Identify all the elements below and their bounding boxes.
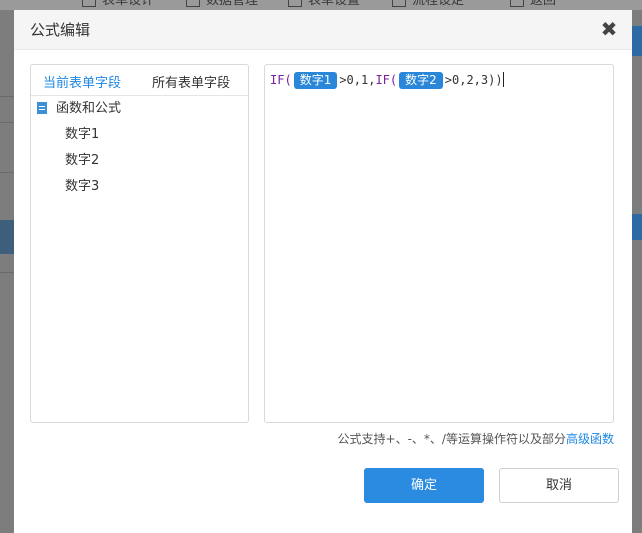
- field-item-number1[interactable]: 数字1: [65, 125, 99, 145]
- dialog-title: 公式编辑: [30, 21, 91, 39]
- process-icon: [392, 0, 406, 7]
- field-item-number3[interactable]: 数字3: [65, 177, 99, 197]
- dialog-header: 公式编辑 ✖: [14, 10, 632, 50]
- formula-editor-area[interactable]: IF(数字1 >0,1,IF(数字2 >0,2,3)): [264, 64, 614, 423]
- bg-tab-form-design: 表单设计: [82, 0, 154, 10]
- tab-current-form-fields[interactable]: 当前表单字段: [43, 72, 121, 91]
- document-icon: [37, 102, 47, 114]
- text-cursor: [502, 72, 504, 87]
- background-left-strip: [0, 10, 14, 533]
- bg-tab-data-manage: 数据管理: [186, 0, 258, 10]
- formula-field-chip[interactable]: 数字1: [293, 72, 338, 89]
- field-group-functions[interactable]: 函数和公式: [37, 99, 121, 119]
- formula-text: >0,1,: [339, 73, 376, 87]
- tab-all-form-fields[interactable]: 所有表单字段: [152, 72, 230, 91]
- fields-panel: 当前表单字段 所有表单字段 函数和公式 数字1 数字2 数字3: [30, 64, 249, 423]
- formula-keyword: IF(: [270, 73, 292, 87]
- formula-editor-dialog: 公式编辑 ✖ 当前表单字段 所有表单字段 函数和公式 数字1 数字2 数字3 I…: [14, 10, 632, 533]
- background-app-topbar: 表单设计 数据管理 表单设置 流程设定 返回: [0, 0, 642, 10]
- bg-tab-form-settings: 表单设置: [288, 0, 360, 10]
- bg-tab-back: 返回: [510, 0, 556, 10]
- bg-tab-process: 流程设定: [392, 0, 464, 10]
- field-item-number2[interactable]: 数字2: [65, 151, 99, 171]
- form-design-icon: [82, 0, 96, 7]
- fields-tabs: 当前表单字段 所有表单字段: [31, 65, 248, 96]
- field-group-label: 函数和公式: [56, 101, 122, 116]
- formula-hint: 公式支持+、-、*、/等运算操作符以及部分高级函数: [338, 430, 614, 447]
- back-icon: [510, 0, 524, 7]
- formula-field-chip[interactable]: 数字2: [399, 72, 443, 89]
- confirm-button[interactable]: 确定: [364, 468, 484, 503]
- data-manage-icon: [186, 0, 200, 7]
- hint-text: 公式支持+、-、*、/等运算操作符以及部分: [337, 432, 566, 446]
- cancel-button[interactable]: 取消: [499, 468, 619, 503]
- advanced-functions-link[interactable]: 高级函数: [566, 432, 614, 446]
- formula-line: IF(数字1 >0,1,IF(数字2 >0,2,3)): [270, 71, 504, 89]
- close-icon[interactable]: ✖: [598, 18, 620, 40]
- formula-text: >0,2,3)): [444, 73, 503, 87]
- formula-keyword: IF(: [375, 73, 398, 87]
- gear-icon: [288, 0, 302, 7]
- background-right-strip: [632, 10, 642, 533]
